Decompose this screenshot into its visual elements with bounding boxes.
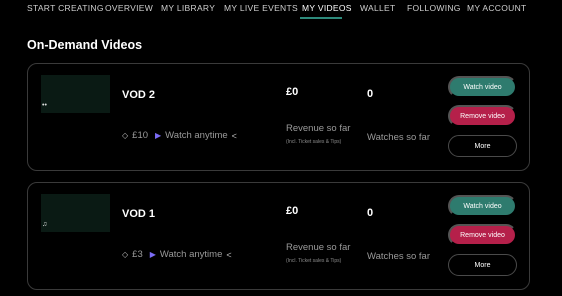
nav-my-account[interactable]: MY ACCOUNT [467,3,527,13]
revenue-amount: £0 [286,86,299,98]
nav-my-library[interactable]: MY LIBRARY [161,3,215,13]
watches-count: 0 [367,88,374,100]
active-tab-indicator [300,17,342,19]
nav-my-live-events[interactable]: MY LIVE EVENTS [224,3,298,13]
revenue-sublabel: (Incl. Ticket sales & Tips) [286,139,342,145]
remove-video-button[interactable]: Remove video [448,224,517,246]
more-button[interactable]: More [448,135,517,157]
revenue-label: Revenue so far [286,123,351,134]
play-icon: ▶ [155,131,162,140]
watches-label: Watches so far [367,251,431,262]
nav-following[interactable]: FOLLOWING [407,3,461,13]
watch-video-button[interactable]: Watch video [448,76,517,98]
remove-video-button[interactable]: Remove video [448,105,517,127]
revenue-amount: £0 [286,205,299,217]
video-availability: Watch anytime [159,249,223,260]
thumbnail-music-icon: ♫ [42,221,48,228]
video-thumbnail[interactable] [41,194,110,232]
thumbnail-dots-icon: •• [42,102,47,109]
video-availability: Watch anytime [165,130,228,141]
video-meta: ◇ £10 ▶ Watch anytime < [122,130,237,141]
video-title: VOD 1 [122,208,156,220]
nav-my-videos[interactable]: MY VIDEOS [302,3,352,13]
revenue-label: Revenue so far [286,242,351,253]
top-navigation: START CREATING OVERVIEW MY LIBRARY MY LI… [0,0,562,22]
nav-overview[interactable]: OVERVIEW [105,3,153,13]
play-icon: ▶ [149,250,156,259]
video-card: •• VOD 2 ◇ £10 ▶ Watch anytime < £0 Reve… [27,63,530,171]
video-price: £3 [132,249,143,260]
ticket-icon: ◇ [122,131,129,140]
watch-video-button[interactable]: Watch video [448,195,517,217]
more-button[interactable]: More [448,254,517,276]
nav-start-creating[interactable]: START CREATING [27,3,104,13]
share-icon[interactable]: < [226,250,231,260]
page-title: On-Demand Videos [27,38,143,52]
video-price: £10 [132,130,149,141]
video-card: ♫ VOD 1 ◇ £3 ▶ Watch anytime < £0 Revenu… [27,182,530,290]
ticket-icon: ◇ [122,250,129,259]
share-icon[interactable]: < [232,131,237,141]
video-title: VOD 2 [122,89,156,101]
video-thumbnail[interactable] [41,75,110,113]
nav-wallet[interactable]: WALLET [360,3,396,13]
watches-count: 0 [367,207,374,219]
watches-label: Watches so far [367,132,431,143]
revenue-sublabel: (Incl. Ticket sales & Tips) [286,258,342,264]
video-meta: ◇ £3 ▶ Watch anytime < [122,249,232,260]
